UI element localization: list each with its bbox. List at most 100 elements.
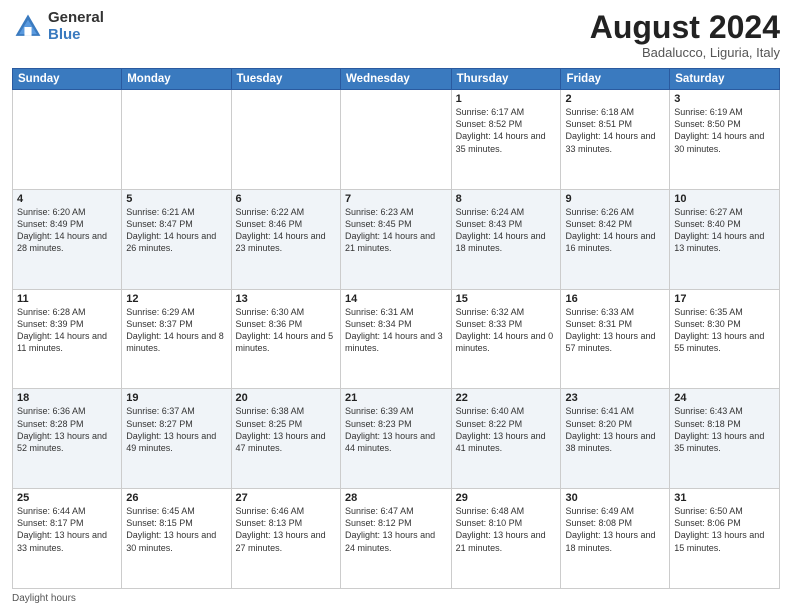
column-header-wednesday: Wednesday xyxy=(341,69,452,90)
day-number: 13 xyxy=(236,293,336,305)
calendar-cell: 8Sunrise: 6:24 AM Sunset: 8:43 PM Daylig… xyxy=(451,189,561,289)
calendar-week-4: 18Sunrise: 6:36 AM Sunset: 8:28 PM Dayli… xyxy=(13,389,780,489)
calendar-cell: 20Sunrise: 6:38 AM Sunset: 8:25 PM Dayli… xyxy=(231,389,340,489)
day-number: 23 xyxy=(565,392,665,404)
day-info: Sunrise: 6:30 AM Sunset: 8:36 PM Dayligh… xyxy=(236,306,336,355)
day-info: Sunrise: 6:47 AM Sunset: 8:12 PM Dayligh… xyxy=(345,505,447,554)
calendar-cell: 13Sunrise: 6:30 AM Sunset: 8:36 PM Dayli… xyxy=(231,289,340,389)
day-info: Sunrise: 6:35 AM Sunset: 8:30 PM Dayligh… xyxy=(674,306,775,355)
footer-label: Daylight hours xyxy=(12,593,780,604)
day-info: Sunrise: 6:40 AM Sunset: 8:22 PM Dayligh… xyxy=(456,405,557,454)
day-number: 9 xyxy=(565,193,665,205)
calendar-cell: 3Sunrise: 6:19 AM Sunset: 8:50 PM Daylig… xyxy=(670,90,780,190)
column-header-tuesday: Tuesday xyxy=(231,69,340,90)
logo-text: General Blue xyxy=(48,10,104,43)
month-title: August 2024 xyxy=(590,10,780,45)
calendar-cell: 17Sunrise: 6:35 AM Sunset: 8:30 PM Dayli… xyxy=(670,289,780,389)
day-info: Sunrise: 6:43 AM Sunset: 8:18 PM Dayligh… xyxy=(674,405,775,454)
calendar-cell: 28Sunrise: 6:47 AM Sunset: 8:12 PM Dayli… xyxy=(341,489,452,589)
day-info: Sunrise: 6:49 AM Sunset: 8:08 PM Dayligh… xyxy=(565,505,665,554)
logo: General Blue xyxy=(12,10,104,43)
day-number: 22 xyxy=(456,392,557,404)
day-number: 20 xyxy=(236,392,336,404)
calendar-cell: 31Sunrise: 6:50 AM Sunset: 8:06 PM Dayli… xyxy=(670,489,780,589)
column-header-sunday: Sunday xyxy=(13,69,122,90)
day-info: Sunrise: 6:39 AM Sunset: 8:23 PM Dayligh… xyxy=(345,405,447,454)
day-info: Sunrise: 6:28 AM Sunset: 8:39 PM Dayligh… xyxy=(17,306,117,355)
day-info: Sunrise: 6:19 AM Sunset: 8:50 PM Dayligh… xyxy=(674,106,775,155)
page: General Blue August 2024 Badalucco, Ligu… xyxy=(0,0,792,612)
day-number: 27 xyxy=(236,492,336,504)
day-info: Sunrise: 6:29 AM Sunset: 8:37 PM Dayligh… xyxy=(126,306,226,355)
header: General Blue August 2024 Badalucco, Ligu… xyxy=(12,10,780,60)
calendar-cell: 22Sunrise: 6:40 AM Sunset: 8:22 PM Dayli… xyxy=(451,389,561,489)
day-info: Sunrise: 6:17 AM Sunset: 8:52 PM Dayligh… xyxy=(456,106,557,155)
calendar-cell: 6Sunrise: 6:22 AM Sunset: 8:46 PM Daylig… xyxy=(231,189,340,289)
column-header-friday: Friday xyxy=(561,69,670,90)
calendar-cell: 19Sunrise: 6:37 AM Sunset: 8:27 PM Dayli… xyxy=(122,389,231,489)
day-info: Sunrise: 6:20 AM Sunset: 8:49 PM Dayligh… xyxy=(17,206,117,255)
column-header-saturday: Saturday xyxy=(670,69,780,90)
day-number: 18 xyxy=(17,392,117,404)
logo-blue-text: Blue xyxy=(48,27,104,44)
calendar-cell: 14Sunrise: 6:31 AM Sunset: 8:34 PM Dayli… xyxy=(341,289,452,389)
day-info: Sunrise: 6:45 AM Sunset: 8:15 PM Dayligh… xyxy=(126,505,226,554)
calendar-cell xyxy=(341,90,452,190)
calendar-cell: 18Sunrise: 6:36 AM Sunset: 8:28 PM Dayli… xyxy=(13,389,122,489)
day-number: 16 xyxy=(565,293,665,305)
day-info: Sunrise: 6:37 AM Sunset: 8:27 PM Dayligh… xyxy=(126,405,226,454)
calendar-cell: 11Sunrise: 6:28 AM Sunset: 8:39 PM Dayli… xyxy=(13,289,122,389)
title-block: August 2024 Badalucco, Liguria, Italy xyxy=(590,10,780,60)
calendar-cell: 21Sunrise: 6:39 AM Sunset: 8:23 PM Dayli… xyxy=(341,389,452,489)
calendar-cell: 5Sunrise: 6:21 AM Sunset: 8:47 PM Daylig… xyxy=(122,189,231,289)
day-number: 30 xyxy=(565,492,665,504)
calendar-cell: 24Sunrise: 6:43 AM Sunset: 8:18 PM Dayli… xyxy=(670,389,780,489)
day-info: Sunrise: 6:41 AM Sunset: 8:20 PM Dayligh… xyxy=(565,405,665,454)
calendar-cell: 27Sunrise: 6:46 AM Sunset: 8:13 PM Dayli… xyxy=(231,489,340,589)
logo-general-text: General xyxy=(48,10,104,27)
day-info: Sunrise: 6:50 AM Sunset: 8:06 PM Dayligh… xyxy=(674,505,775,554)
calendar-week-3: 11Sunrise: 6:28 AM Sunset: 8:39 PM Dayli… xyxy=(13,289,780,389)
day-number: 7 xyxy=(345,193,447,205)
calendar-cell: 2Sunrise: 6:18 AM Sunset: 8:51 PM Daylig… xyxy=(561,90,670,190)
day-number: 10 xyxy=(674,193,775,205)
calendar-cell xyxy=(13,90,122,190)
column-header-monday: Monday xyxy=(122,69,231,90)
calendar-cell: 30Sunrise: 6:49 AM Sunset: 8:08 PM Dayli… xyxy=(561,489,670,589)
calendar-week-5: 25Sunrise: 6:44 AM Sunset: 8:17 PM Dayli… xyxy=(13,489,780,589)
calendar-cell: 9Sunrise: 6:26 AM Sunset: 8:42 PM Daylig… xyxy=(561,189,670,289)
day-info: Sunrise: 6:18 AM Sunset: 8:51 PM Dayligh… xyxy=(565,106,665,155)
day-number: 6 xyxy=(236,193,336,205)
day-info: Sunrise: 6:44 AM Sunset: 8:17 PM Dayligh… xyxy=(17,505,117,554)
day-number: 28 xyxy=(345,492,447,504)
day-info: Sunrise: 6:31 AM Sunset: 8:34 PM Dayligh… xyxy=(345,306,447,355)
day-info: Sunrise: 6:48 AM Sunset: 8:10 PM Dayligh… xyxy=(456,505,557,554)
location-subtitle: Badalucco, Liguria, Italy xyxy=(590,45,780,60)
day-number: 19 xyxy=(126,392,226,404)
day-info: Sunrise: 6:26 AM Sunset: 8:42 PM Dayligh… xyxy=(565,206,665,255)
day-number: 17 xyxy=(674,293,775,305)
day-number: 4 xyxy=(17,193,117,205)
day-number: 2 xyxy=(565,93,665,105)
calendar-cell: 15Sunrise: 6:32 AM Sunset: 8:33 PM Dayli… xyxy=(451,289,561,389)
day-number: 8 xyxy=(456,193,557,205)
day-info: Sunrise: 6:38 AM Sunset: 8:25 PM Dayligh… xyxy=(236,405,336,454)
calendar-table: SundayMondayTuesdayWednesdayThursdayFrid… xyxy=(12,68,780,589)
calendar-cell xyxy=(122,90,231,190)
day-info: Sunrise: 6:27 AM Sunset: 8:40 PM Dayligh… xyxy=(674,206,775,255)
calendar-cell: 7Sunrise: 6:23 AM Sunset: 8:45 PM Daylig… xyxy=(341,189,452,289)
calendar-cell: 26Sunrise: 6:45 AM Sunset: 8:15 PM Dayli… xyxy=(122,489,231,589)
calendar-week-1: 1Sunrise: 6:17 AM Sunset: 8:52 PM Daylig… xyxy=(13,90,780,190)
day-info: Sunrise: 6:46 AM Sunset: 8:13 PM Dayligh… xyxy=(236,505,336,554)
calendar-cell: 16Sunrise: 6:33 AM Sunset: 8:31 PM Dayli… xyxy=(561,289,670,389)
day-info: Sunrise: 6:36 AM Sunset: 8:28 PM Dayligh… xyxy=(17,405,117,454)
calendar-cell: 25Sunrise: 6:44 AM Sunset: 8:17 PM Dayli… xyxy=(13,489,122,589)
calendar-cell xyxy=(231,90,340,190)
day-number: 24 xyxy=(674,392,775,404)
column-header-thursday: Thursday xyxy=(451,69,561,90)
day-info: Sunrise: 6:23 AM Sunset: 8:45 PM Dayligh… xyxy=(345,206,447,255)
day-number: 12 xyxy=(126,293,226,305)
day-number: 29 xyxy=(456,492,557,504)
calendar-cell: 29Sunrise: 6:48 AM Sunset: 8:10 PM Dayli… xyxy=(451,489,561,589)
calendar-cell: 12Sunrise: 6:29 AM Sunset: 8:37 PM Dayli… xyxy=(122,289,231,389)
